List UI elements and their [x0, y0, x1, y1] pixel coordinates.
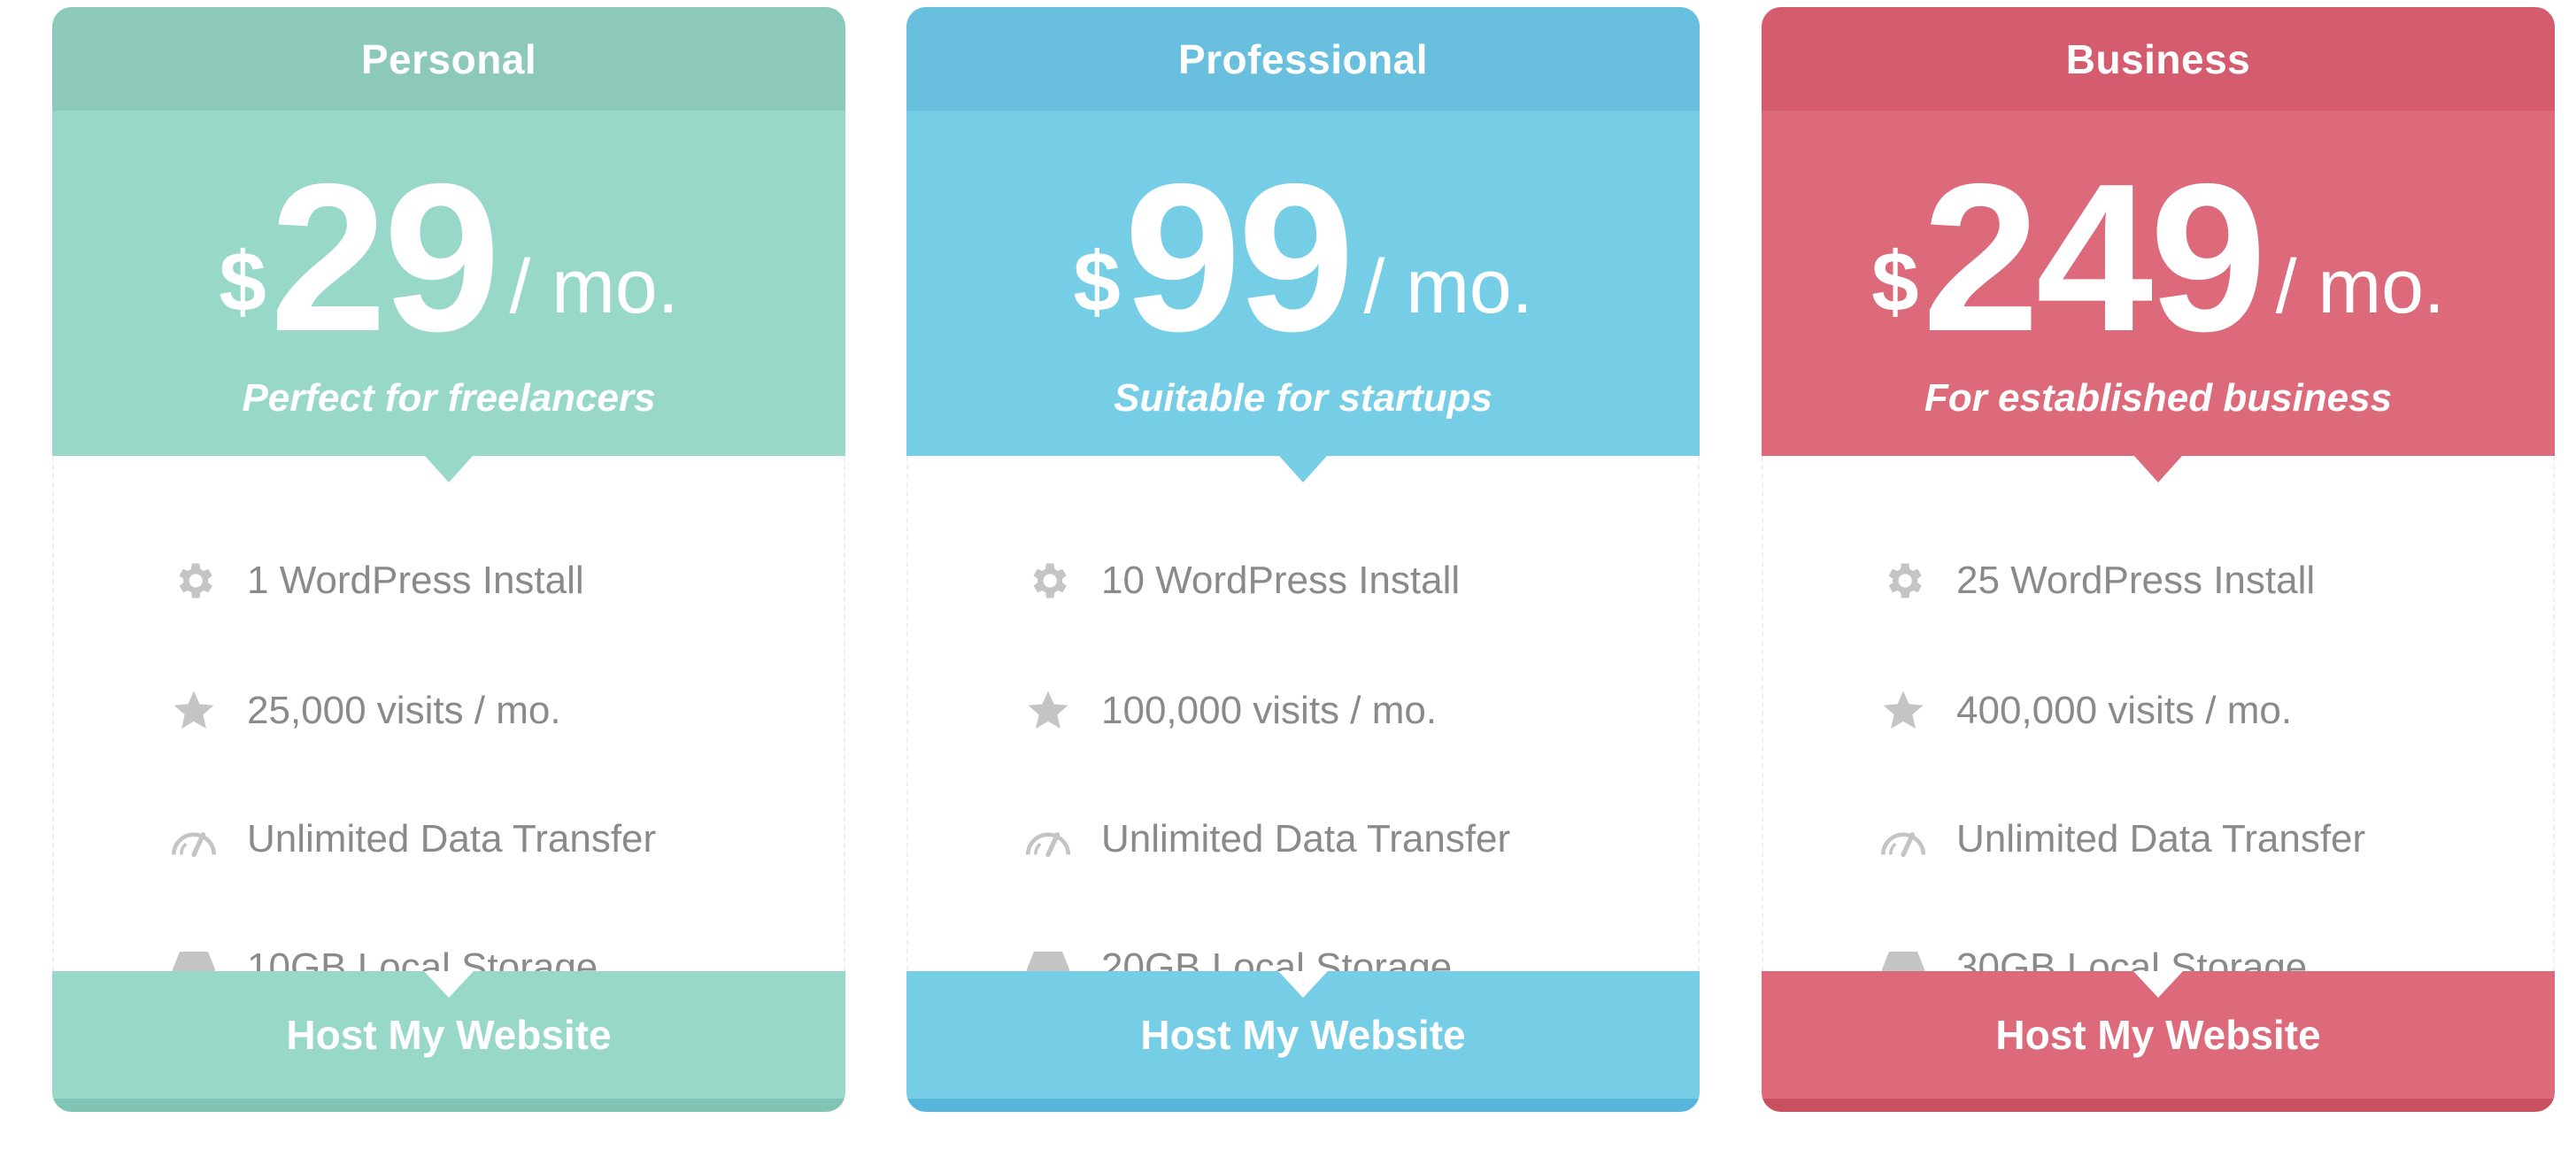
price-amount: 249	[1922, 141, 2267, 376]
feature-text: Unlimited Data Transfer	[1956, 817, 2366, 860]
plan-tagline: Perfect for freelancers	[242, 376, 656, 420]
price: $ 29 / mo.	[52, 141, 845, 376]
price-period: / mo.	[2275, 244, 2445, 329]
price-amount: 99	[1123, 141, 1355, 376]
price-block: $ 99 / mo. Suitable for startups	[906, 111, 1700, 456]
price-period: / mo.	[509, 244, 679, 329]
feature-item: 10 WordPress Install	[1023, 554, 1460, 607]
star-icon	[1878, 686, 1928, 736]
plan-name: Business	[1762, 7, 2555, 111]
price-currency: $	[1073, 235, 1121, 329]
star-icon	[1023, 686, 1073, 736]
feature-text: Unlimited Data Transfer	[247, 817, 657, 860]
feature-text: 25 WordPress Install	[1956, 559, 2316, 602]
price-currency: $	[219, 235, 266, 329]
price: $ 249 / mo.	[1762, 141, 2555, 376]
plan-tagline: Suitable for startups	[1114, 376, 1492, 420]
plan-card-body: Business $ 249 / mo. For established bus…	[1762, 7, 2555, 1112]
cta-shadow	[1762, 1099, 2555, 1112]
cta-notch	[424, 971, 474, 998]
plan-name: Personal	[52, 7, 845, 111]
gear-icon	[169, 556, 219, 606]
gear-icon	[1878, 556, 1928, 606]
feature-item: Unlimited Data Transfer	[1023, 813, 1510, 866]
feature-item: 400,000 visits / mo.	[1878, 684, 2292, 737]
feature-item: 25,000 visits / mo.	[169, 684, 561, 737]
feature-item: 25 WordPress Install	[1878, 554, 2315, 607]
feature-text: 100,000 visits / mo.	[1101, 689, 1438, 732]
feature-text: 10 WordPress Install	[1101, 559, 1461, 602]
plan-card-professional: Professional $ 99 / mo. Suitable for sta…	[906, 7, 1700, 1112]
feature-text: 25,000 visits / mo.	[247, 689, 561, 732]
pricing-table: Personal $ 29 / mo. Perfect for freelanc…	[0, 0, 2576, 1165]
price-pointer	[2134, 456, 2182, 482]
feature-list: 25 WordPress Install 400,000 visits / mo…	[1762, 456, 2555, 989]
plan-card-body: Professional $ 99 / mo. Suitable for sta…	[906, 7, 1700, 1112]
feature-text: 400,000 visits / mo.	[1956, 689, 2293, 732]
star-icon	[169, 686, 219, 736]
plan-tagline: For established business	[1924, 376, 2393, 420]
speedometer-icon	[1878, 814, 1928, 864]
cta-shadow	[906, 1099, 1700, 1112]
cta-notch	[1278, 971, 1328, 998]
plan-card-personal: Personal $ 29 / mo. Perfect for freelanc…	[52, 7, 845, 1112]
gear-icon	[1023, 556, 1073, 606]
speedometer-icon	[1023, 814, 1073, 864]
feature-list: 10 WordPress Install 100,000 visits / mo…	[906, 456, 1700, 989]
plan-card-business: Business $ 249 / mo. For established bus…	[1762, 7, 2555, 1112]
price-amount: 29	[269, 141, 501, 376]
plan-name: Professional	[906, 7, 1700, 111]
feature-item: Unlimited Data Transfer	[169, 813, 656, 866]
price-pointer	[1279, 456, 1327, 482]
price-block: $ 29 / mo. Perfect for freelancers	[52, 111, 845, 456]
feature-text: Unlimited Data Transfer	[1101, 817, 1511, 860]
cta-shadow	[52, 1099, 845, 1112]
price-pointer	[425, 456, 473, 482]
price-block: $ 249 / mo. For established business	[1762, 111, 2555, 456]
feature-text: 1 WordPress Install	[247, 559, 584, 602]
cta-notch	[2133, 971, 2183, 998]
feature-item: 1 WordPress Install	[169, 554, 584, 607]
price: $ 99 / mo.	[906, 141, 1700, 376]
price-period: / mo.	[1363, 244, 1533, 329]
speedometer-icon	[169, 814, 219, 864]
feature-item: 100,000 visits / mo.	[1023, 684, 1437, 737]
feature-item: Unlimited Data Transfer	[1878, 813, 2365, 866]
feature-list: 1 WordPress Install 25,000 visits / mo. …	[52, 456, 845, 989]
plan-card-body: Personal $ 29 / mo. Perfect for freelanc…	[52, 7, 845, 1112]
price-currency: $	[1871, 235, 1919, 329]
